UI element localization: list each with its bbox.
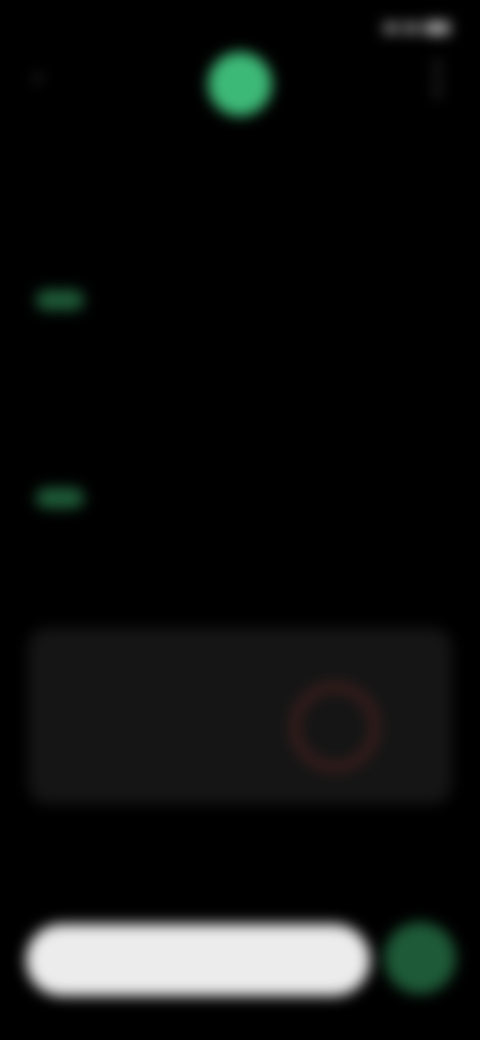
- chevron-left-icon[interactable]: ‹: [34, 66, 52, 88]
- status-icons: [384, 22, 450, 34]
- tab-2[interactable]: [236, 152, 244, 164]
- section-2-chip-row: [36, 488, 444, 508]
- section-1-chip-2[interactable]: [102, 290, 150, 310]
- section-2-chip-1[interactable]: [36, 488, 84, 508]
- battery-icon: [424, 22, 450, 34]
- status-bar: [30, 14, 450, 42]
- tab-1[interactable]: [36, 152, 44, 164]
- more-vertical-icon[interactable]: [430, 62, 444, 96]
- signal-icon: [384, 23, 398, 33]
- section-1-chip-3[interactable]: [168, 290, 216, 310]
- screen: ‹: [0, 0, 480, 1040]
- tab-bar: [36, 152, 444, 164]
- section-1-chip-1[interactable]: [36, 290, 84, 310]
- primary-action-button[interactable]: [26, 924, 370, 996]
- wifi-icon: [404, 23, 418, 33]
- avatar[interactable]: [208, 52, 272, 116]
- summary-card[interactable]: [28, 628, 452, 804]
- tab-3[interactable]: [436, 152, 444, 164]
- ring-icon: [290, 682, 380, 772]
- plus-icon[interactable]: [384, 922, 456, 994]
- section-2-chip-2[interactable]: [102, 488, 150, 508]
- section-2-chip-3[interactable]: [168, 488, 216, 508]
- section-1-chip-row: [36, 290, 444, 310]
